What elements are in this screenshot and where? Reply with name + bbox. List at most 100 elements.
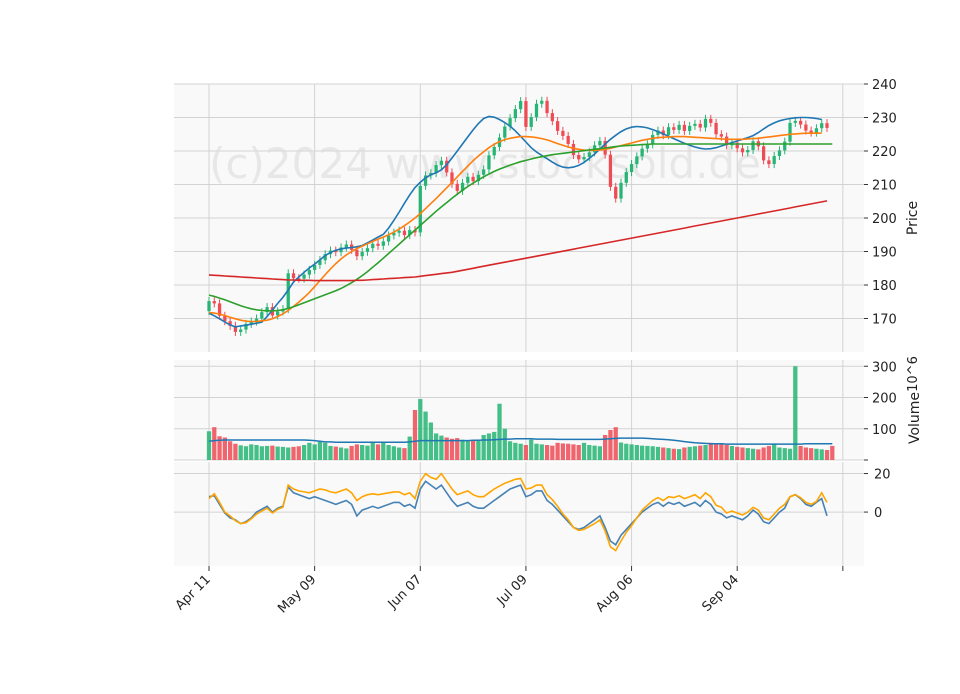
volume-bar: [259, 446, 264, 460]
candle-body: [386, 235, 391, 242]
candle-body: [540, 100, 544, 104]
candle-body: [371, 243, 375, 249]
candle-body: [798, 120, 803, 125]
volume-bar: [624, 443, 629, 460]
volume-bar: [777, 447, 782, 460]
volume-bar: [824, 450, 830, 460]
volume-bar: [375, 444, 381, 460]
volume-unit-label: 10^6: [906, 356, 921, 392]
stock-chart: (c)2024 www.stocksold.de 170 180 190 200 210…: [0, 0, 960, 690]
x-tick-label: May 09: [275, 572, 319, 616]
volume-bar: [280, 446, 286, 460]
candle-body: [307, 269, 311, 275]
volume-bar: [270, 445, 275, 460]
volume-bar: [671, 448, 676, 460]
candle-body: [381, 241, 385, 246]
candle-body: [545, 100, 549, 114]
volume-bar: [555, 442, 560, 460]
volume-bar: [513, 442, 518, 460]
volume-bar: [634, 445, 639, 460]
volume-bar: [381, 441, 386, 460]
candle-body: [767, 160, 771, 165]
candle-body: [471, 176, 475, 182]
volume-bar: [560, 443, 566, 460]
volume-bar: [507, 441, 513, 460]
candle-body: [666, 127, 671, 136]
candle-body: [260, 312, 264, 319]
candle-body: [466, 176, 470, 183]
price-tick-label: 230: [872, 112, 897, 127]
volume-bar: [227, 441, 233, 460]
volume-bar: [576, 445, 581, 460]
volume-bar: [455, 438, 460, 460]
volume-bar: [254, 445, 259, 460]
volume-bar: [439, 435, 444, 460]
candle-body: [814, 128, 819, 133]
candle-body: [492, 146, 496, 156]
candle-body: [487, 155, 491, 170]
price-tick-label: 220: [872, 145, 897, 160]
volume-bar: [772, 444, 777, 460]
volume-bar: [587, 445, 592, 460]
candle-body: [455, 183, 459, 191]
volume-bar: [338, 447, 344, 460]
volume-bar: [539, 444, 544, 460]
candle-body: [751, 141, 755, 150]
volume-bar: [650, 446, 655, 460]
volume-bar: [275, 446, 280, 460]
volume-bar: [206, 431, 212, 460]
candle-body: [624, 172, 628, 183]
volume-bar: [830, 445, 835, 460]
x-tick-label: Apr 11: [173, 572, 214, 613]
candle-body: [529, 117, 533, 127]
volume-bar: [761, 447, 766, 460]
volume-bar: [370, 442, 375, 460]
volume-bar: [529, 439, 534, 460]
volume-bar: [608, 430, 613, 460]
volume-bar: [724, 445, 729, 460]
price-tick-label: 240: [872, 78, 897, 93]
candle-body: [555, 121, 560, 131]
volume-bar: [756, 449, 761, 460]
price-tick-label: 180: [872, 279, 897, 294]
candle-body: [693, 123, 697, 126]
volume-bar: [750, 448, 756, 460]
price-tick-label: 170: [872, 313, 897, 328]
volume-bar: [328, 445, 333, 460]
volume-bar: [592, 445, 597, 460]
volume-bar: [397, 447, 402, 460]
volume-tick-label: 100: [872, 423, 897, 438]
candle-body: [365, 248, 370, 252]
candle-body: [703, 118, 708, 128]
volume-bar: [476, 439, 481, 460]
candle-body: [207, 301, 211, 312]
candle-body: [577, 155, 581, 160]
candle-body: [397, 230, 401, 233]
candle-body: [302, 274, 306, 279]
volume-bar: [449, 438, 455, 460]
candle-body: [582, 157, 586, 160]
volume-bar: [597, 446, 603, 460]
candle-body: [587, 152, 591, 158]
candle-body: [513, 109, 517, 119]
candle-body: [651, 134, 655, 145]
candle-body: [360, 251, 364, 257]
candle-body: [761, 146, 766, 161]
volume-bar: [809, 448, 814, 460]
candle-body: [640, 148, 644, 157]
volume-bar: [481, 435, 486, 460]
volume-bar: [360, 445, 365, 460]
volume-bar: [418, 399, 423, 460]
watermark-text: (c)2024 www.stocksold.de: [209, 139, 761, 188]
volume-bar: [233, 443, 238, 460]
candle-body: [719, 134, 723, 137]
candle-body: [524, 101, 528, 127]
volume-bar: [639, 445, 645, 460]
volume-bar: [814, 448, 819, 460]
volume-bar: [249, 444, 254, 460]
oscillator-tick-label: 20: [874, 468, 891, 483]
candle-body: [355, 249, 359, 257]
volume-bar: [264, 445, 270, 460]
volume-bar: [682, 447, 687, 460]
volume-bar: [655, 446, 661, 460]
